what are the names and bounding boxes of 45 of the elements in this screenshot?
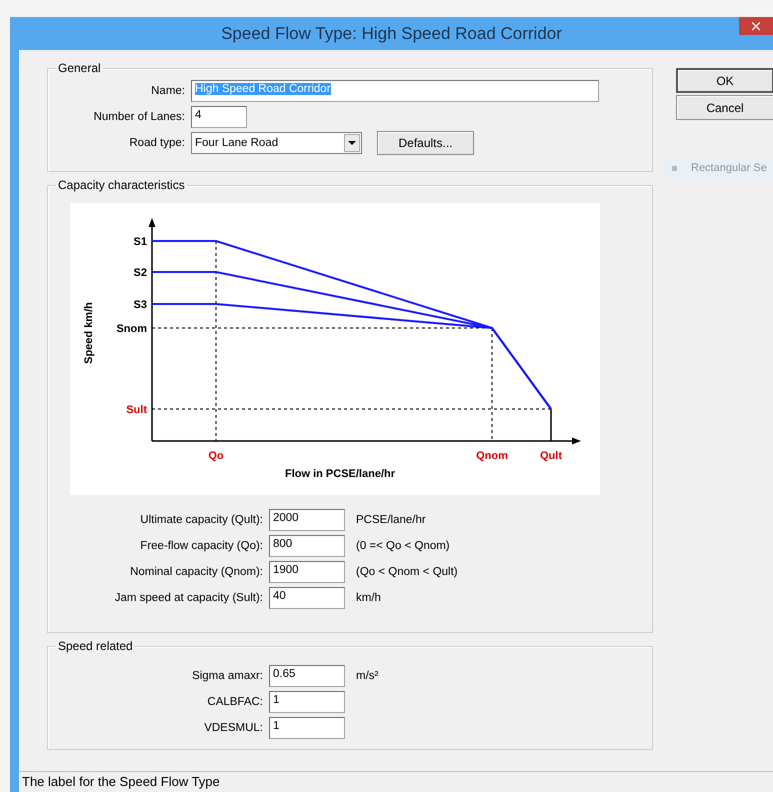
field-label: VDESMUL: xyxy=(203,722,263,734)
axis-label: Qult xyxy=(540,450,562,462)
axis-label: Snom xyxy=(116,323,147,335)
group-label: Capacity characteristics xyxy=(57,178,186,192)
axis-label: Qo xyxy=(208,450,224,462)
input-field[interactable]: 40 xyxy=(269,587,345,609)
input-field[interactable]: 800 xyxy=(269,535,345,557)
unit-label: (Qo < Qnom < Qult) xyxy=(356,566,458,578)
field-label: CALBFAC: xyxy=(206,696,263,708)
input-field[interactable]: 1 xyxy=(269,717,345,739)
square-icon xyxy=(672,166,677,170)
close-button[interactable]: × xyxy=(739,17,773,35)
defaults-button[interactable]: Defaults... xyxy=(377,131,474,155)
field-label: Number of Lanes: xyxy=(92,111,185,123)
input-field[interactable]: 1 xyxy=(269,691,345,713)
input-field[interactable]: 2000 xyxy=(269,509,345,531)
group-label: Speed related xyxy=(57,639,134,653)
axis-label: S3 xyxy=(134,299,147,311)
axis-title: Flow in PCSE/lane/hr xyxy=(284,468,396,480)
input-field[interactable]: 0.65 xyxy=(269,665,345,687)
field-label: Name: xyxy=(150,85,185,97)
status-bar: The label for the Speed Flow Type xyxy=(19,771,773,792)
input-field[interactable]: 4 xyxy=(191,106,247,128)
field-label: Ultimate capacity (Qult): xyxy=(139,514,263,526)
axis-label: Sult xyxy=(126,404,147,416)
ok-button[interactable]: OK xyxy=(676,68,773,93)
window-title: Speed Flow Type: High Speed Road Corridor xyxy=(221,24,562,44)
axis-label: Qnom xyxy=(476,450,508,462)
unit-label: PCSE/lane/hr xyxy=(356,514,426,526)
axis-title: Speed km/h xyxy=(83,302,95,364)
dropdown[interactable]: Four Lane Road xyxy=(191,132,362,154)
group-label: General xyxy=(57,61,102,75)
tab-label: Rectangular Se xyxy=(691,162,767,174)
input-field[interactable]: 1900 xyxy=(269,561,345,583)
unit-label: km/h xyxy=(356,592,381,604)
field-label: Sigma amaxr: xyxy=(191,670,263,682)
field-label: Nominal capacity (Qnom): xyxy=(129,566,263,578)
unit-label: m/s² xyxy=(356,670,378,682)
axis-label: S2 xyxy=(134,267,147,279)
cancel-button[interactable]: Cancel xyxy=(676,95,773,120)
axis-label: S1 xyxy=(134,236,147,248)
field-label: Road type: xyxy=(128,137,185,149)
unit-label: (0 =< Qo < Qnom) xyxy=(356,540,450,552)
field-label: Free-flow capacity (Qo): xyxy=(139,540,263,552)
field-label: Jam speed at capacity (Sult): xyxy=(114,592,263,604)
